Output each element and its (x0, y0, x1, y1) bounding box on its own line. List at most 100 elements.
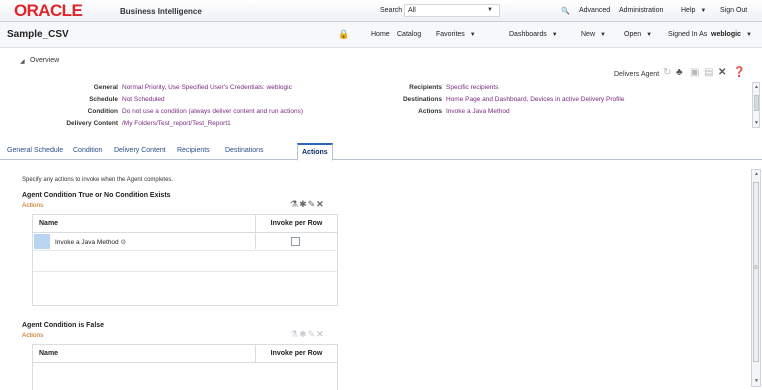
catalog-link[interactable]: Catalog (397, 31, 421, 38)
global-header: ORACLE Business Intelligence Search All … (0, 0, 762, 22)
column-divider (255, 233, 256, 249)
overview-title: Overview (30, 57, 60, 64)
overview-label: Recipients (409, 84, 442, 91)
col-name-header: Name (33, 345, 255, 363)
action-name-cell: Invoke a Java Method ⚙ (55, 238, 126, 246)
overview-value: Specific recipients (446, 84, 499, 91)
section-false-toolbar: ⚗✱✎✕ (290, 329, 325, 340)
search-icon[interactable]: 🔍 (561, 7, 570, 15)
overview-label: General (93, 84, 118, 91)
chevron-down-icon: ▼ (487, 7, 493, 13)
close-icon[interactable]: ✕ (718, 68, 726, 78)
overview-value: Do not use a condition (always deliver c… (122, 108, 304, 115)
overview-scrollbar[interactable]: ▲ ▼ (752, 82, 760, 128)
tab-recipients[interactable]: Recipients (177, 147, 210, 154)
section-true-actions-label: Actions (22, 202, 44, 209)
user-name: weblogic (711, 31, 741, 38)
help-icon[interactable]: ❓ (733, 68, 745, 78)
scroll-down-icon[interactable]: ▼ (754, 378, 759, 384)
actions-hint: Specify any actions to invoke when the A… (22, 177, 174, 183)
scroll-down-icon[interactable]: ▼ (754, 120, 759, 126)
open-menu[interactable]: Open ▼ (624, 31, 652, 38)
new-menu[interactable]: New ▼ (581, 31, 606, 38)
help-label: Help (681, 7, 696, 14)
favorites-menu[interactable]: Favorites ▼ (436, 31, 476, 38)
signed-in-label: Signed In As (668, 31, 708, 38)
run-agent-icon[interactable]: ♣ (676, 68, 683, 78)
overview-label: Actions (418, 108, 442, 115)
overview-value: /My Folders/Test_report/Test_Report1 (122, 120, 231, 127)
add-icon[interactable]: ✱ (299, 329, 308, 339)
open-label: Open (624, 31, 642, 38)
tab-condition[interactable]: Condition (73, 147, 103, 154)
overview-delivery-content: Delivery Content/My Folders/Test_report/… (48, 120, 231, 127)
overview-value: Normal Priority, Use Specified User's Cr… (122, 84, 292, 91)
help-menu[interactable]: Help ▼ (681, 7, 706, 14)
oracle-logo: ORACLE (14, 1, 83, 20)
save-as-icon[interactable]: ▤ (704, 68, 713, 78)
section-false-actions-label: Actions (22, 332, 44, 339)
overview-label: Schedule (89, 96, 118, 103)
page-bar: Sample_CSV 🔒 Home Catalog Favorites ▼ Das… (0, 22, 762, 48)
collapse-icon[interactable]: ◢ (20, 58, 25, 65)
chevron-down-icon: ▼ (600, 32, 606, 38)
add-icon[interactable]: ✱ (299, 199, 308, 209)
section-false-title: Agent Condition is False (22, 322, 105, 329)
overview-label: Condition (87, 108, 118, 115)
add-action-icon[interactable]: ⚗ (290, 329, 299, 339)
action-name: Invoke a Java Method (55, 239, 119, 246)
advanced-link[interactable]: Advanced (579, 7, 610, 14)
favorites-label: Favorites (436, 31, 465, 38)
administration-link[interactable]: Administration (619, 7, 663, 14)
section-true-title: Agent Condition True or No Condition Exi… (22, 192, 171, 199)
actions-table-true: Name Invoke per Row Invoke a Java Method… (32, 214, 338, 306)
grip-icon: ≡ (754, 265, 758, 271)
chevron-down-icon: ▼ (469, 32, 476, 38)
scrollbar-thumb[interactable] (753, 182, 759, 362)
delete-icon[interactable]: ✕ (316, 199, 325, 209)
section-true-toolbar: ⚗✱✎✕ (290, 199, 325, 210)
row-divider (33, 271, 337, 272)
dashboards-label: Dashboards (509, 31, 547, 38)
search-scope-select[interactable]: All ▼ (404, 4, 500, 17)
tab-actions[interactable]: Actions (297, 143, 333, 161)
row-divider (33, 250, 337, 251)
invoke-per-row-checkbox[interactable] (291, 237, 300, 246)
save-icon[interactable]: ▣ (690, 68, 699, 78)
dashboards-menu[interactable]: Dashboards ▼ (509, 31, 558, 38)
new-label: New (581, 31, 596, 38)
edit-action-icon[interactable]: ⚙ (120, 239, 126, 246)
chevron-down-icon: ▼ (646, 32, 653, 38)
overview-label: Destinations (402, 96, 442, 103)
tab-schedule[interactable]: Schedule (34, 147, 63, 154)
overview-schedule: Schedule Not Scheduled (48, 96, 165, 103)
tab-general[interactable]: General (7, 147, 32, 154)
tab-delivery-content[interactable]: Delivery Content (114, 147, 166, 154)
sign-out-link[interactable]: Sign Out (720, 7, 747, 14)
row-selector[interactable] (34, 234, 50, 249)
edit-icon[interactable]: ✎ (308, 199, 317, 209)
delete-icon[interactable]: ✕ (316, 329, 325, 339)
edit-icon[interactable]: ✎ (308, 329, 317, 339)
actions-table-false: Name Invoke per Row (32, 344, 338, 390)
scroll-up-icon[interactable]: ▲ (754, 84, 759, 90)
delivers-agent-label: Delivers Agent (614, 71, 660, 78)
tab-destinations[interactable]: Destinations (225, 147, 264, 154)
overview-value: Invoke a Java Method (446, 108, 510, 115)
overview-destinations: Destinations Home Page and Dashboard, Dev… (380, 96, 625, 103)
user-menu[interactable]: weblogic ▼ (711, 31, 752, 38)
home-link[interactable]: Home (371, 31, 390, 38)
overview-label: Delivery Content (66, 120, 118, 127)
overview-condition: Condition Do not use a condition (always … (48, 108, 303, 115)
scrollbar-thumb[interactable] (754, 95, 759, 111)
add-action-icon[interactable]: ⚗ (290, 199, 299, 209)
overview-value: Home Page and Dashboard, Devices in acti… (446, 96, 625, 103)
page-title: Sample_CSV (7, 29, 69, 40)
scroll-up-icon[interactable]: ▲ (754, 171, 759, 177)
overview-value: Not Scheduled (122, 96, 165, 103)
content-scrollbar[interactable]: ▲ ≡ ▼ (751, 169, 761, 387)
lock-icon: 🔒 (338, 29, 350, 39)
overview-actions: Actions Invoke a Java Method (380, 108, 510, 115)
search-label: Search (380, 7, 403, 14)
refresh-icon[interactable]: ↻ (663, 68, 671, 78)
